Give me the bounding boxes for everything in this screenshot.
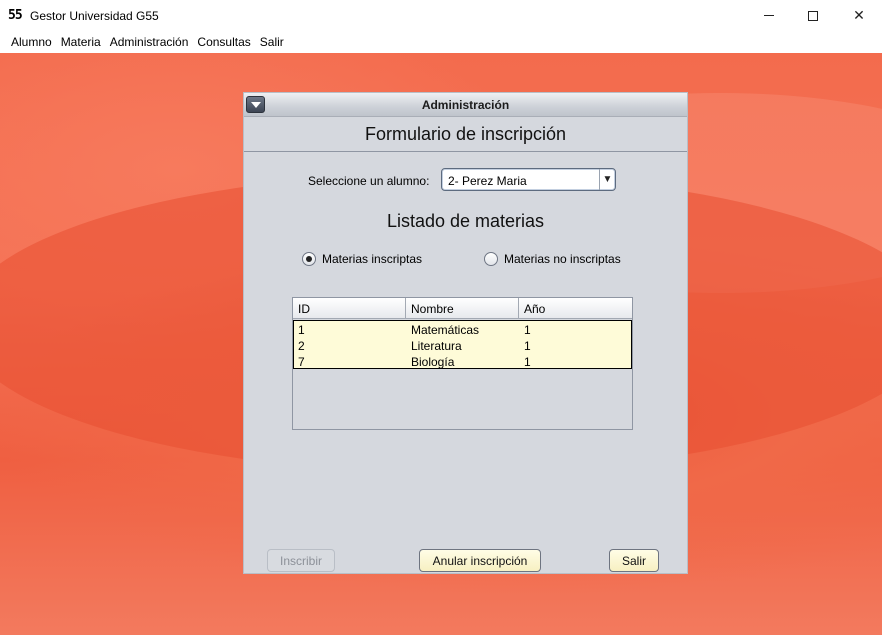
- minimize-icon: [764, 15, 774, 16]
- cell-nombre: Literatura: [411, 339, 462, 353]
- materias-table[interactable]: ID Nombre Año 1 Matemáticas 1 2 Literatu…: [292, 297, 633, 430]
- radio-checked-icon[interactable]: [302, 252, 316, 266]
- menu-alumno[interactable]: Alumno: [11, 35, 52, 49]
- cell-ano: 1: [524, 355, 531, 369]
- internal-frame-title: Administración: [421, 98, 510, 112]
- salir-button[interactable]: Salir: [609, 549, 659, 572]
- cell-id: 2: [298, 339, 305, 353]
- close-button[interactable]: ✕: [836, 0, 882, 31]
- menu-administracion[interactable]: Administración: [110, 35, 189, 49]
- menu-materia[interactable]: Materia: [61, 35, 101, 49]
- cell-ano: 1: [524, 339, 531, 353]
- column-header-nombre[interactable]: Nombre: [411, 302, 454, 316]
- minimize-button[interactable]: [746, 0, 792, 31]
- table-row[interactable]: 1 Matemáticas 1: [294, 321, 631, 337]
- column-header-ano[interactable]: Año: [524, 302, 545, 316]
- menu-consultas[interactable]: Consultas: [197, 35, 250, 49]
- cell-nombre: Biología: [411, 355, 455, 369]
- maximize-button[interactable]: [790, 0, 836, 31]
- table-body: 1 Matemáticas 1 2 Literatura 1 7 Biologí…: [293, 320, 632, 369]
- menu-salir[interactable]: Salir: [260, 35, 284, 49]
- dropdown-arrow-icon[interactable]: ▼: [599, 169, 615, 190]
- window-titlebar: 55 Gestor Universidad G55 ✕: [0, 0, 882, 31]
- table-header: ID Nombre Año: [293, 298, 632, 319]
- column-header-id[interactable]: ID: [298, 302, 310, 316]
- list-title: Listado de materias: [386, 211, 545, 231]
- radio-materias-inscriptas[interactable]: Materias inscriptas: [302, 252, 422, 266]
- cell-id: 7: [298, 355, 305, 369]
- radio-dot: [306, 256, 312, 262]
- window-title: Gestor Universidad G55: [30, 9, 159, 23]
- alumno-label: Seleccione un alumno:: [308, 174, 430, 188]
- column-divider[interactable]: [518, 298, 519, 319]
- anular-inscripcion-button[interactable]: Anular inscripción: [419, 549, 541, 572]
- inscribir-button[interactable]: Inscribir: [267, 549, 335, 572]
- separator: [244, 151, 687, 152]
- radio-inscriptas-label: Materias inscriptas: [322, 252, 423, 266]
- radio-unchecked-icon[interactable]: [484, 252, 498, 266]
- table-row[interactable]: 7 Biología 1: [294, 353, 631, 369]
- radio-no-inscriptas-label: Materias no inscriptas: [504, 252, 621, 266]
- alumno-selected-value: 2- Perez Maria: [448, 174, 527, 188]
- alumno-combobox[interactable]: 2- Perez Maria ▼: [441, 168, 616, 191]
- form-title: Formulario de inscripción: [364, 124, 567, 144]
- radio-materias-no-inscriptas[interactable]: Materias no inscriptas: [484, 252, 621, 266]
- column-divider[interactable]: [405, 298, 406, 319]
- close-icon: ✕: [853, 7, 865, 23]
- maximize-icon: [808, 10, 818, 21]
- internal-frame-administracion: Administración Formulario de inscripción…: [243, 92, 688, 574]
- table-row[interactable]: 2 Literatura 1: [294, 337, 631, 353]
- cell-id: 1: [298, 323, 305, 337]
- menubar: Alumno Materia Administración Consultas …: [0, 31, 882, 53]
- app-logo-icon: 55: [8, 8, 23, 23]
- cell-nombre: Matemáticas: [411, 323, 480, 337]
- cell-ano: 1: [524, 323, 531, 337]
- internal-frame-titlebar[interactable]: Administración: [244, 93, 687, 117]
